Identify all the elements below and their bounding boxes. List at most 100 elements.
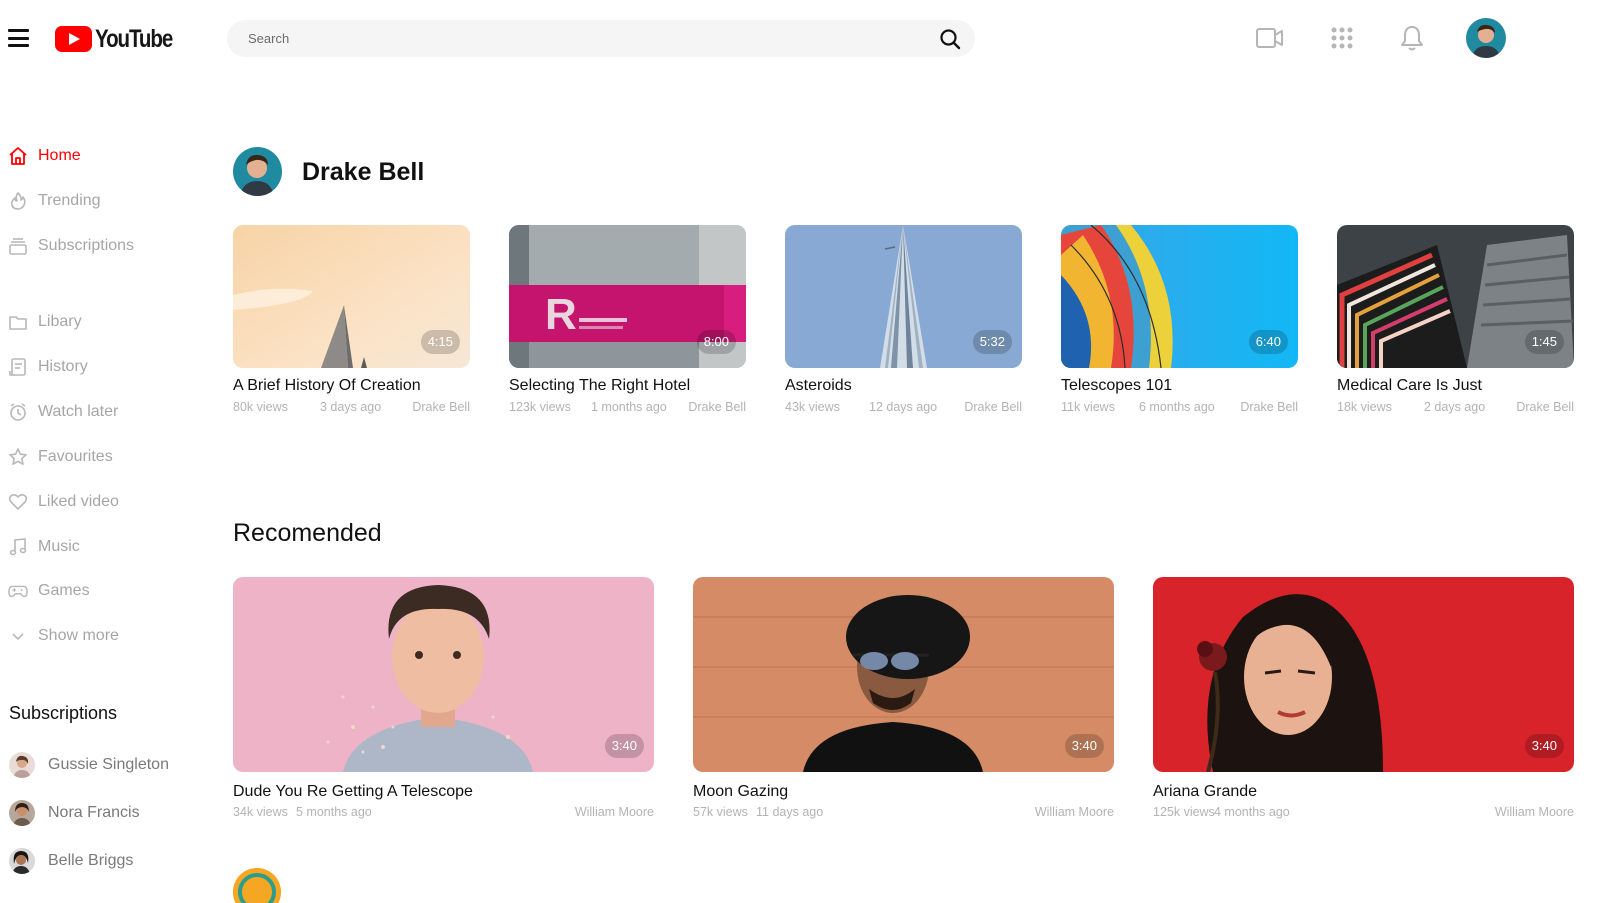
video-views: 123k views bbox=[509, 400, 571, 414]
video-thumbnail[interactable]: 4:15 bbox=[233, 225, 470, 368]
sidebar-item-label: Games bbox=[38, 582, 90, 599]
star-icon bbox=[8, 447, 28, 467]
subscriptions-title: Subscriptions bbox=[9, 703, 118, 723]
sidebar-item-music[interactable]: Music bbox=[8, 535, 80, 559]
video-card[interactable]: 3:40 Moon Gazing 57k views 11 days ago W… bbox=[693, 577, 1114, 827]
video-card[interactable]: 6:40 Telescopes 101 11k views 6 months a… bbox=[1061, 225, 1298, 420]
sidebar-item-show-more[interactable]: Show more bbox=[8, 624, 119, 648]
subscription-item[interactable]: Nora Francis bbox=[9, 799, 140, 827]
subscription-name: Nora Francis bbox=[48, 804, 140, 821]
video-thumbnail[interactable]: 3:40 bbox=[693, 577, 1114, 772]
video-title[interactable]: Asteroids bbox=[785, 377, 852, 395]
avatar bbox=[9, 752, 35, 778]
video-duration: 5:32 bbox=[972, 330, 1012, 354]
sidebar-item-subscriptions[interactable]: Subscriptions bbox=[8, 234, 134, 258]
sidebar-item-label: Trending bbox=[38, 192, 101, 209]
video-meta: 123k views 1 months ago Drake Bell bbox=[509, 400, 746, 416]
search-bar bbox=[227, 20, 975, 57]
menu-icon[interactable] bbox=[8, 29, 29, 47]
search-icon[interactable] bbox=[939, 28, 961, 50]
clock-icon bbox=[8, 402, 28, 422]
video-title[interactable]: Dude You Re Getting A Telescope bbox=[233, 783, 473, 801]
video-title[interactable]: Selecting The Right Hotel bbox=[509, 377, 690, 395]
video-author[interactable]: Drake Bell bbox=[412, 400, 470, 414]
bell-icon[interactable] bbox=[1396, 22, 1428, 54]
video-title[interactable]: Medical Care Is Just bbox=[1337, 377, 1482, 395]
youtube-logo[interactable]: YouTube bbox=[55, 25, 189, 53]
video-thumbnail[interactable]: 5:32 bbox=[785, 225, 1022, 368]
video-card[interactable]: R 8:00 Selecting The Right Hotel 123k vi… bbox=[509, 225, 746, 420]
channel-avatar[interactable] bbox=[233, 868, 281, 903]
video-meta: 80k views 3 days ago Drake Bell bbox=[233, 400, 470, 416]
channel-name[interactable]: Drake Bell bbox=[302, 158, 424, 187]
home-icon bbox=[8, 146, 28, 166]
video-age: 12 days ago bbox=[869, 400, 938, 414]
video-meta: 34k views 5 months ago William Moore bbox=[233, 805, 654, 821]
sidebar-item-watch-later[interactable]: Watch later bbox=[8, 400, 118, 424]
video-duration: 1:45 bbox=[1524, 330, 1564, 354]
avatar bbox=[9, 800, 35, 826]
sidebar-item-library[interactable]: Libary bbox=[8, 310, 82, 334]
video-thumbnail[interactable]: 3:40 bbox=[233, 577, 654, 772]
video-thumbnail[interactable]: 3:40 bbox=[1153, 577, 1574, 772]
video-meta: 11k views 6 months ago Drake Bell bbox=[1061, 400, 1298, 416]
video-thumbnail[interactable]: R 8:00 bbox=[509, 225, 746, 368]
video-title[interactable]: Moon Gazing bbox=[693, 783, 788, 801]
video-duration: 6:40 bbox=[1248, 330, 1288, 354]
sidebar-item-label: Favourites bbox=[38, 448, 113, 465]
video-author[interactable]: Drake Bell bbox=[1240, 400, 1298, 414]
logo-text: YouTube bbox=[95, 24, 173, 53]
video-views: 125k views bbox=[1153, 805, 1215, 819]
video-views: 57k views bbox=[693, 805, 748, 819]
user-avatar[interactable] bbox=[1466, 18, 1506, 58]
video-age: 3 days ago bbox=[320, 400, 382, 414]
video-views: 11k views bbox=[1061, 400, 1115, 414]
video-author[interactable]: William Moore bbox=[575, 805, 654, 819]
sidebar-item-favourites[interactable]: Favourites bbox=[8, 445, 113, 469]
video-card[interactable]: 5:32 Asteroids 43k views 12 days ago Dra… bbox=[785, 225, 1022, 420]
video-title[interactable]: Telescopes 101 bbox=[1061, 377, 1172, 395]
video-card[interactable]: 1:45 Medical Care Is Just 18k views 2 da… bbox=[1337, 225, 1574, 420]
video-duration: 4:15 bbox=[420, 330, 460, 354]
apps-grid-icon[interactable] bbox=[1326, 22, 1358, 54]
video-views: 18k views bbox=[1337, 400, 1392, 414]
sidebar-item-label: Watch later bbox=[38, 403, 119, 420]
video-card[interactable]: 3:40 Ariana Grande 125k views 4 months a… bbox=[1153, 577, 1574, 827]
video-age: 11 days ago bbox=[756, 805, 824, 819]
video-thumbnail[interactable]: 6:40 bbox=[1061, 225, 1298, 368]
sidebar-item-liked-video[interactable]: Liked video bbox=[8, 490, 119, 514]
video-duration: 3:40 bbox=[1524, 734, 1564, 758]
video-card[interactable]: 3:40 Dude You Re Getting A Telescope 34k… bbox=[233, 577, 654, 827]
search-input[interactable] bbox=[248, 31, 908, 46]
sidebar-item-home[interactable]: Home bbox=[8, 144, 81, 168]
youtube-app: YouTube Home Trending Subscriptions Li bbox=[0, 0, 1608, 903]
video-age: 6 months ago bbox=[1139, 400, 1215, 414]
video-author[interactable]: Drake Bell bbox=[1516, 400, 1574, 414]
video-views: 80k views bbox=[233, 400, 288, 414]
video-author[interactable]: William Moore bbox=[1495, 805, 1574, 819]
video-thumbnail[interactable]: 1:45 bbox=[1337, 225, 1574, 368]
sidebar-item-games[interactable]: Games bbox=[8, 579, 90, 603]
subscription-name: Gussie Singleton bbox=[48, 756, 169, 773]
video-author[interactable]: William Moore bbox=[1035, 805, 1114, 819]
video-age: 1 months ago bbox=[591, 400, 667, 414]
subscription-item[interactable]: Gussie Singleton bbox=[9, 751, 169, 779]
flame-icon bbox=[8, 191, 28, 211]
sidebar-item-label: Show more bbox=[38, 627, 119, 644]
video-title[interactable]: A Brief History Of Creation bbox=[233, 377, 421, 395]
sidebar-item-history[interactable]: History bbox=[8, 355, 88, 379]
channel-avatar[interactable] bbox=[233, 147, 282, 196]
video-title[interactable]: Ariana Grande bbox=[1153, 783, 1257, 801]
chevron-down-icon bbox=[8, 626, 28, 646]
video-camera-icon[interactable] bbox=[1254, 22, 1286, 54]
video-card[interactable]: 4:15 A Brief History Of Creation 80k vie… bbox=[233, 225, 470, 420]
sidebar-item-label: Liked video bbox=[38, 493, 119, 510]
video-author[interactable]: Drake Bell bbox=[964, 400, 1022, 414]
subscription-item[interactable]: Belle Briggs bbox=[9, 847, 133, 875]
video-meta: 18k views 2 days ago Drake Bell bbox=[1337, 400, 1574, 416]
sidebar-item-trending[interactable]: Trending bbox=[8, 189, 101, 213]
video-age: 5 months ago bbox=[296, 805, 372, 819]
video-author[interactable]: Drake Bell bbox=[688, 400, 746, 414]
video-duration: 3:40 bbox=[1064, 734, 1104, 758]
music-icon bbox=[8, 537, 28, 557]
